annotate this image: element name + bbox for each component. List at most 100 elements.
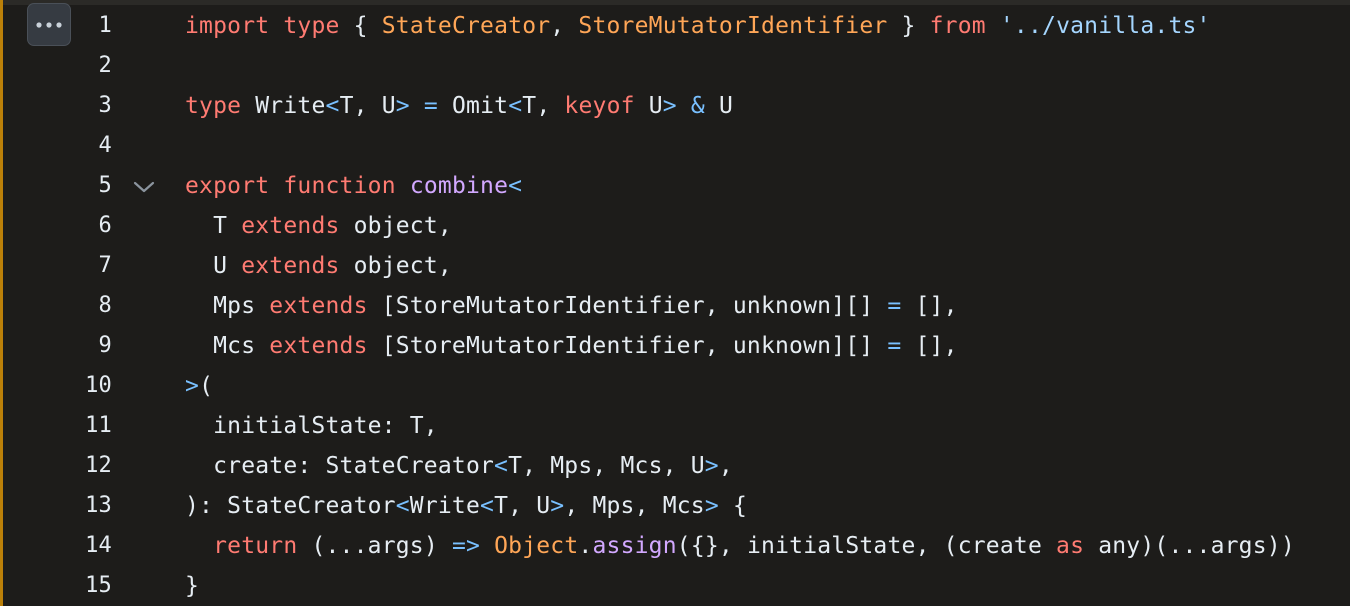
code-text: Mcs extends [StoreMutatorIdentifier, unk… bbox=[185, 326, 958, 366]
code-token: type bbox=[185, 93, 242, 119]
code-token: = bbox=[423, 93, 438, 119]
code-token: T, U bbox=[494, 493, 551, 519]
code-token: } bbox=[887, 13, 930, 39]
code-line: 6 T extends object, bbox=[0, 206, 1350, 246]
code-token: ( bbox=[199, 373, 214, 399]
code-token: ({}, initialState, (create bbox=[676, 533, 1057, 559]
code-token: keyof bbox=[564, 93, 635, 119]
line-number[interactable]: 5 bbox=[64, 166, 112, 206]
code-token: combine bbox=[409, 173, 509, 199]
code-line: 9 Mcs extends [StoreMutatorIdentifier, u… bbox=[0, 326, 1350, 366]
code-line: 15} bbox=[0, 566, 1350, 606]
code-token: create: StateCreator bbox=[185, 453, 495, 479]
line-number[interactable]: 9 bbox=[64, 326, 112, 366]
code-token: as bbox=[1056, 533, 1085, 559]
code-token: > bbox=[185, 373, 200, 399]
code-token: > bbox=[550, 493, 565, 519]
code-token: T bbox=[185, 213, 242, 239]
code-text: import type { StateCreator, StoreMutator… bbox=[185, 6, 1211, 46]
code-token: Mcs bbox=[185, 333, 270, 359]
line-number[interactable]: 14 bbox=[64, 526, 112, 566]
code-text: } bbox=[185, 566, 199, 606]
code-token: = bbox=[887, 293, 902, 319]
line-number[interactable]: 1 bbox=[64, 6, 112, 46]
code-token: > bbox=[704, 453, 719, 479]
code-token: Object bbox=[494, 533, 579, 559]
code-line: 2 bbox=[0, 46, 1350, 86]
code-line: 4 bbox=[0, 126, 1350, 166]
line-number[interactable]: 6 bbox=[64, 206, 112, 246]
code-token: < bbox=[494, 453, 509, 479]
code-token: ): StateCreator bbox=[185, 493, 396, 519]
code-text: type Write<T, U> = Omit<T, keyof U> & U bbox=[185, 86, 733, 126]
line-number[interactable]: 2 bbox=[64, 46, 112, 86]
code-token: assign bbox=[592, 533, 677, 559]
line-number[interactable]: 13 bbox=[64, 486, 112, 526]
code-token: extends bbox=[269, 293, 368, 319]
line-number[interactable]: 4 bbox=[64, 126, 112, 166]
code-token: [StoreMutatorIdentifier, unknown][] bbox=[367, 293, 888, 319]
code-token: any)(...args)) bbox=[1084, 533, 1295, 559]
code-token: < bbox=[395, 493, 410, 519]
line-number[interactable]: 10 bbox=[64, 366, 112, 406]
code-token: extends bbox=[241, 253, 340, 279]
line-number[interactable]: 3 bbox=[64, 86, 112, 126]
code-line: 13): StateCreator<Write<T, U>, Mps, Mcs>… bbox=[0, 486, 1350, 526]
code-token: Write bbox=[409, 493, 481, 519]
code-text: initialState: T, bbox=[185, 406, 438, 446]
code-viewer: 1 import type { StateCreator, StoreMutato… bbox=[0, 0, 1350, 606]
code-token: Write bbox=[241, 93, 326, 119]
code-token: T, bbox=[522, 93, 565, 119]
code-line: 10 >( bbox=[0, 366, 1350, 406]
code-text: create: StateCreator<T, Mps, Mcs, U>, bbox=[185, 446, 733, 486]
code-token: } bbox=[185, 573, 200, 599]
code-token: object, bbox=[339, 213, 452, 239]
line-number[interactable]: 12 bbox=[64, 446, 112, 486]
code-line: 7 U extends object, bbox=[0, 246, 1350, 286]
code-token: < bbox=[480, 493, 495, 519]
code-text: ): StateCreator<Write<T, U>, Mps, Mcs> { bbox=[185, 486, 747, 526]
code-token: (...args) bbox=[297, 533, 452, 559]
code-text: export function combine< bbox=[185, 166, 522, 206]
code-text: T extends object, bbox=[185, 206, 452, 246]
code-token: extends bbox=[241, 213, 340, 239]
code-token: object, bbox=[339, 253, 452, 279]
line-number[interactable]: 11 bbox=[64, 406, 112, 446]
code-token: [], bbox=[901, 333, 958, 359]
line-number[interactable]: 7 bbox=[64, 246, 112, 286]
code-token: import bbox=[185, 13, 270, 39]
chevron-down-icon[interactable] bbox=[132, 179, 156, 193]
code-token: U bbox=[185, 253, 242, 279]
code-token: U bbox=[634, 93, 663, 119]
code-token: > bbox=[662, 93, 677, 119]
code-token: , bbox=[718, 453, 733, 479]
top-border bbox=[0, 0, 1350, 5]
code-token: T, Mps, Mcs, U bbox=[508, 453, 705, 479]
code-token: initialState: T, bbox=[185, 413, 438, 439]
code-token: , bbox=[550, 13, 579, 39]
code-token: < bbox=[325, 93, 340, 119]
code-text: Mps extends [StoreMutatorIdentifier, unk… bbox=[185, 286, 958, 326]
code-token: '../vanilla.ts' bbox=[999, 13, 1211, 39]
code-token: return bbox=[213, 533, 298, 559]
code-token: Mps bbox=[185, 293, 270, 319]
code-token: < bbox=[508, 173, 523, 199]
line-number[interactable]: 15 bbox=[64, 566, 112, 606]
code-line: 3 type Write<T, U> = Omit<T, keyof U> & U bbox=[0, 86, 1350, 126]
code-token: = bbox=[887, 333, 902, 359]
code-token: T, U bbox=[339, 93, 396, 119]
code-token: < bbox=[508, 93, 523, 119]
code-token: > bbox=[704, 493, 719, 519]
code-line: 5 export function combine< bbox=[0, 166, 1350, 206]
code-token: , Mps, Mcs bbox=[564, 493, 705, 519]
code-line: 14 return (...args) => Object.assign({},… bbox=[0, 526, 1350, 566]
code-token: U bbox=[704, 93, 734, 119]
code-token: . bbox=[578, 533, 593, 559]
code-token: type bbox=[283, 13, 340, 39]
line-number[interactable]: 8 bbox=[64, 286, 112, 326]
